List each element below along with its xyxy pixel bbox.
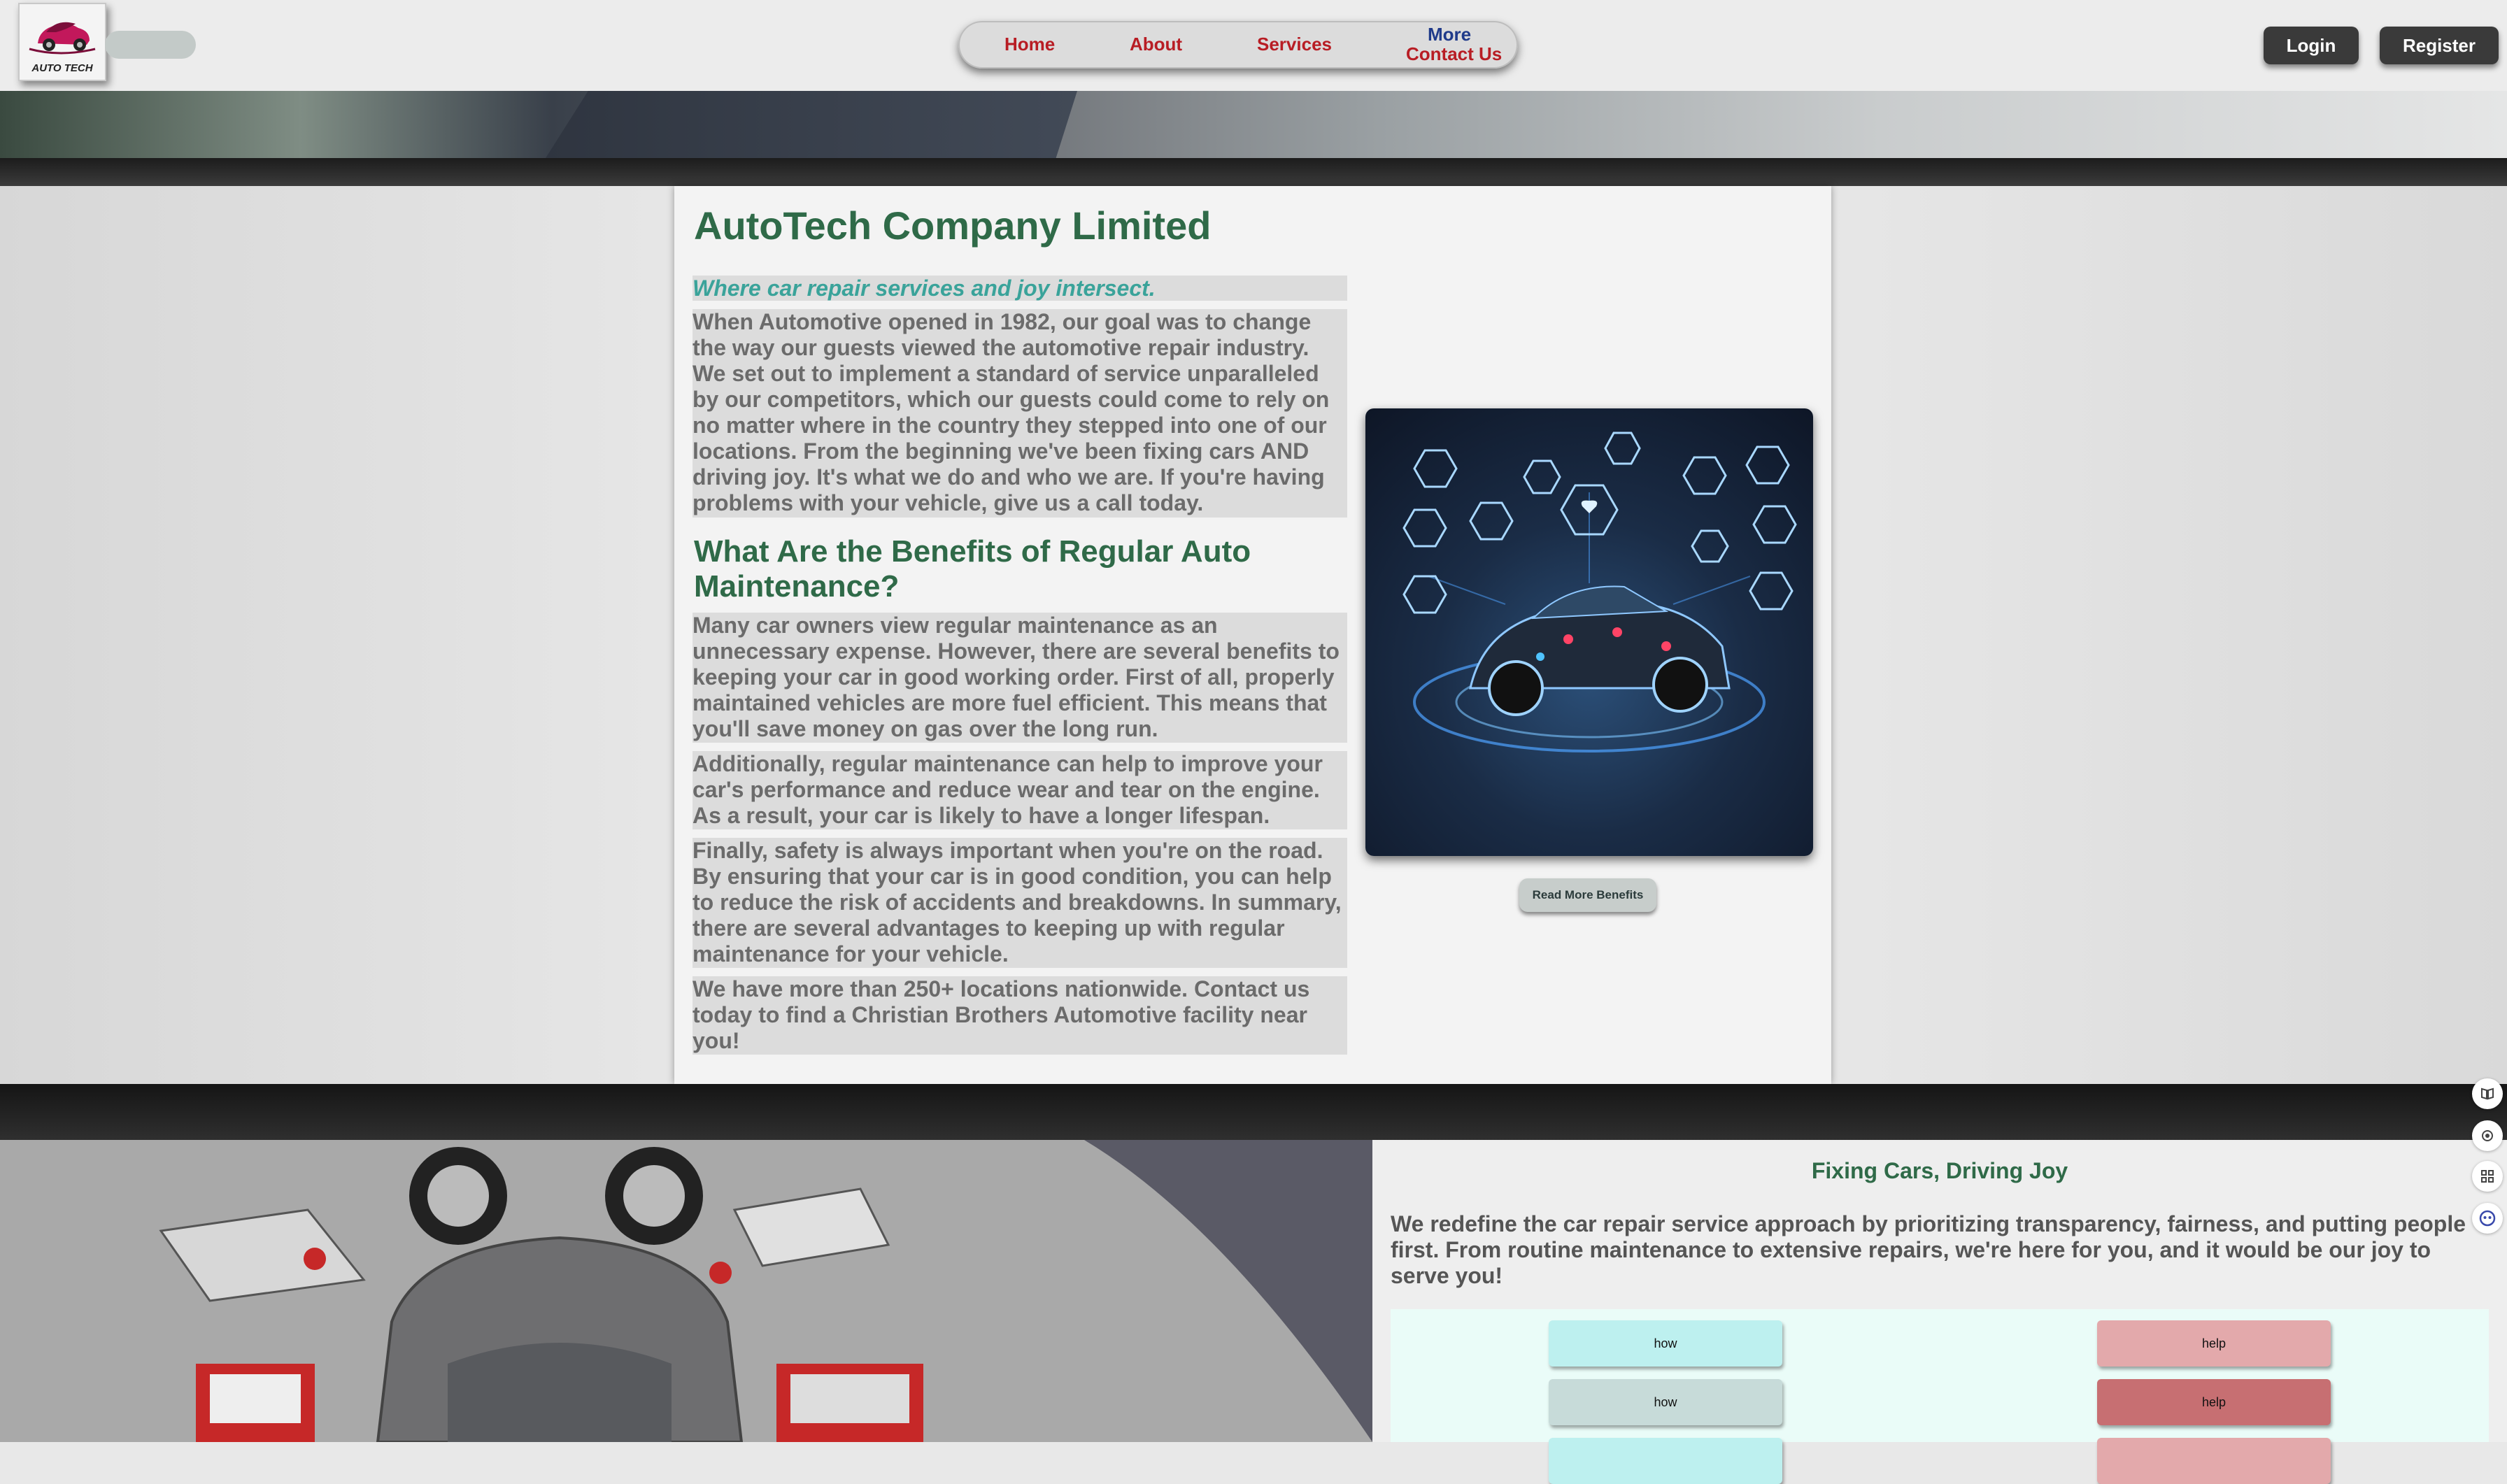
- help-button[interactable]: [2097, 1438, 2331, 1484]
- car-tech-illustration: [1402, 431, 1797, 752]
- how-button[interactable]: how: [1549, 1320, 1782, 1367]
- hero-banner: [0, 91, 2507, 158]
- search-pill[interactable]: [105, 31, 196, 59]
- benefits-heading: What Are the Benefits of Regular Auto Ma…: [694, 534, 1251, 604]
- fixing-title: Fixing Cars, Driving Joy: [1811, 1158, 2068, 1183]
- car-logo-icon: [29, 22, 96, 55]
- book-icon[interactable]: [2472, 1078, 2503, 1109]
- help-button[interactable]: help: [2097, 1379, 2331, 1425]
- tagline: Where car repair services and joy inters…: [693, 276, 1347, 301]
- how-button[interactable]: [1549, 1438, 1782, 1484]
- benefit-paragraph: Many car owners view regular maintenance…: [693, 613, 1347, 743]
- divider-band: [0, 1084, 2507, 1140]
- main-nav: Home About Services More Contact Us: [958, 21, 1518, 69]
- register-button[interactable]: Register: [2380, 27, 2499, 64]
- hero-shape: [546, 91, 1077, 158]
- nav-more[interactable]: More: [1418, 24, 1481, 45]
- settings-icon[interactable]: [2472, 1120, 2503, 1151]
- divider-band: [0, 158, 2507, 186]
- company-logo[interactable]: AUTO TECH: [18, 3, 106, 81]
- grid-icon[interactable]: [2472, 1161, 2503, 1192]
- nav-contact[interactable]: Contact Us: [1406, 43, 1502, 65]
- login-button[interactable]: Login: [2264, 27, 2359, 64]
- nav-home[interactable]: Home: [1004, 34, 1055, 55]
- assistant-icon[interactable]: [2472, 1203, 2503, 1234]
- nav-about[interactable]: About: [1130, 34, 1182, 55]
- locations-paragraph: We have more than 250+ locations nationw…: [693, 976, 1347, 1055]
- nav-services[interactable]: Services: [1257, 34, 1332, 55]
- mechanics-image: [0, 1140, 1372, 1442]
- benefit-paragraph: Additionally, regular maintenance can he…: [693, 751, 1347, 829]
- read-more-button[interactable]: Read More Benefits: [1519, 878, 1656, 912]
- how-button[interactable]: how: [1549, 1379, 1782, 1425]
- intro-paragraph: When Automotive opened in 1982, our goal…: [693, 309, 1347, 518]
- fixing-text: We redefine the car repair service appro…: [1391, 1211, 2466, 1288]
- help-button[interactable]: help: [2097, 1320, 2331, 1367]
- top-navbar: AUTO TECH Home About Services More Conta…: [0, 0, 2507, 91]
- mechanics-illustration: [0, 1140, 1372, 1442]
- button-panel: how help how help: [1391, 1309, 2489, 1484]
- logo-text: AUTO TECH: [31, 62, 93, 74]
- car-tech-image: [1365, 408, 1813, 856]
- page-title: AutoTech Company Limited: [694, 204, 1212, 248]
- benefit-paragraph: Finally, safety is always important when…: [693, 838, 1347, 968]
